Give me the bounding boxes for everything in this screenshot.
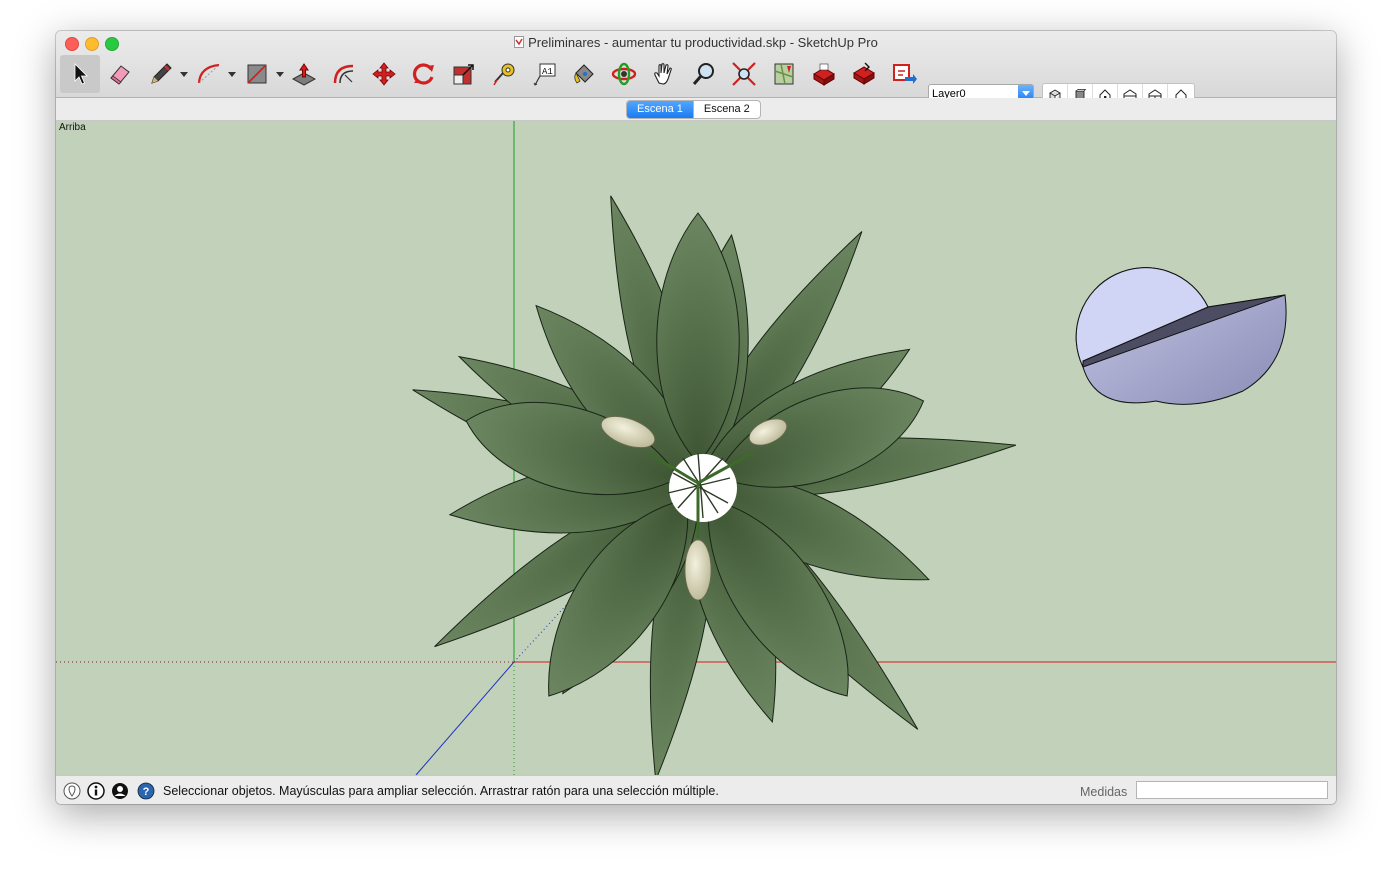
scene-tabs: Escena 1 Escena 2 [626,100,761,119]
tab-escena-2[interactable]: Escena 2 [692,101,760,118]
eraser-tool[interactable] [100,55,140,93]
model-canvas [56,121,1336,775]
rectangle-icon [247,64,267,84]
text-icon: A1 [533,63,556,86]
rotate-tool[interactable] [404,55,444,93]
paint-bucket-tool[interactable] [564,55,604,93]
line-tool-dropdown-arrow[interactable] [180,72,188,77]
window-title-text: Preliminares - aumentar tu productividad… [528,35,878,50]
orbit-tool[interactable] [604,55,644,93]
scale-tool[interactable] [444,55,484,93]
move-icon [372,62,396,86]
tape-measure-icon [493,63,515,86]
window-title: Preliminares - aumentar tu productividad… [56,35,1336,50]
add-location-tool[interactable] [764,55,804,93]
extension-icon [893,64,917,84]
3d-warehouse-tool[interactable] [804,55,844,93]
sketchup-window: Preliminares - aumentar tu productividad… [56,31,1336,804]
title-bar: Preliminares - aumentar tu productividad… [56,31,1336,107]
map-icon [774,63,794,85]
zoom-tool[interactable] [684,55,724,93]
credits-icon[interactable] [87,782,105,800]
move-tool[interactable] [364,55,404,93]
geolocation-icon[interactable] [63,782,81,800]
help-icon[interactable]: ? [137,782,155,800]
push-pull-icon [291,63,317,86]
share-model-icon [853,62,875,85]
text-tool[interactable]: A1 [524,55,564,93]
plant-model[interactable] [405,188,1018,775]
eraser-icon [110,65,130,85]
scale-icon [453,64,474,85]
select-tool[interactable] [60,55,100,93]
svg-text:?: ? [143,786,150,798]
modeling-viewport[interactable]: Arriba [56,121,1336,775]
main-toolbar: A1 Layer0 [56,53,1336,107]
document-icon [514,36,525,48]
arc-tool-dropdown-arrow[interactable] [228,72,236,77]
sphere-slice-model[interactable] [1075,267,1287,405]
pencil-icon [151,63,172,84]
rectangle-tool[interactable] [238,55,286,93]
magnifier-icon [692,63,714,85]
user-icon[interactable] [111,782,129,800]
tab-escena-1[interactable]: Escena 1 [627,101,693,118]
blue-axis [415,661,515,775]
push-pull-tool[interactable] [284,55,324,93]
zoom-extents-icon [732,62,756,86]
status-message: Seleccionar objetos. Mayúsculas para amp… [163,784,719,798]
tape-measure-tool[interactable] [484,55,524,93]
arc-tool[interactable] [190,55,238,93]
zoom-extents-tool[interactable] [724,55,764,93]
extension-warehouse-tool[interactable] [884,55,924,93]
arc-icon [197,63,220,84]
pan-tool[interactable] [644,55,684,93]
share-model-tool[interactable] [844,55,884,93]
hand-icon [654,63,672,85]
arrow-icon [74,63,88,85]
scenes-bar: Escena 1 Escena 2 [56,98,1336,121]
offset-tool[interactable] [324,55,364,93]
rotate-icon [412,63,434,85]
orbit-icon [611,62,637,86]
paint-bucket-icon [574,64,594,84]
svg-text:A1: A1 [542,67,553,77]
line-tool[interactable] [142,55,190,93]
status-bar: ? Seleccionar objetos. Mayúsculas para a… [56,775,1336,804]
measures-input[interactable] [1136,781,1328,799]
offset-icon [333,64,354,84]
warehouse-icon [813,63,835,86]
measures-label: Medidas [1080,785,1128,799]
rectangle-tool-dropdown-arrow[interactable] [276,72,284,77]
